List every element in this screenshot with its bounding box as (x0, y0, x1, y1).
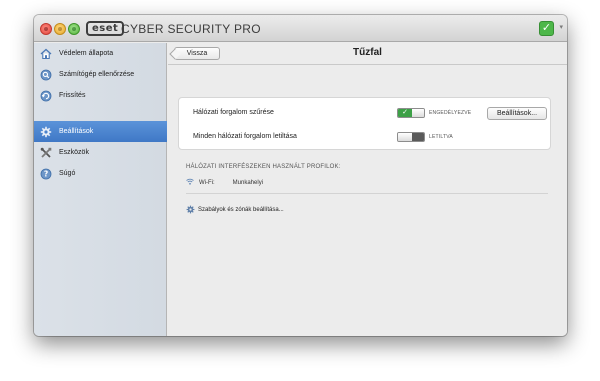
network-traffic-filtering-state: ENGEDÉLYEZVE (429, 110, 472, 116)
sidebar-item-label: Beállítások (59, 128, 94, 135)
close-window-button[interactable] (40, 23, 52, 35)
sidebar-item-label: Védelem állapota (59, 50, 114, 57)
scan-icon (40, 69, 52, 81)
sidebar-item-label: Súgó (59, 170, 76, 177)
sidebar-item-settings[interactable]: Beállítások (34, 121, 167, 142)
product-name: CYBER SECURITY PRO (121, 22, 261, 36)
main-content: Vissza Tűzfal Hálózati forgalom szűrése … (168, 43, 567, 336)
sidebar: Védelem állapota Számítógép ellenőrzése … (34, 43, 167, 336)
network-profiles-heading: HÁLÓZATI INTERFÉSZEKEN HASZNÁLT PROFILOK… (186, 164, 341, 170)
divider (186, 193, 548, 194)
home-icon (40, 48, 52, 60)
network-traffic-filtering-toggle[interactable]: ✓ (397, 108, 425, 118)
gear-icon (40, 126, 52, 138)
gear-icon (186, 205, 195, 214)
zoom-window-button[interactable] (68, 23, 80, 35)
tools-icon (40, 147, 52, 159)
firewall-settings-panel: Hálózati forgalom szűrése ✓ ENGEDÉLYEZVE… (178, 97, 551, 150)
rules-link-label: Szabályok és zónák beállítása... (198, 206, 284, 213)
interface-profile: Munkahelyi (232, 179, 264, 186)
refresh-icon (40, 90, 52, 102)
block-all-traffic-state: LETILTVA (429, 134, 453, 140)
block-all-traffic-label: Minden hálózati forgalom letiltása (193, 133, 297, 140)
network-traffic-filtering-label: Hálózati forgalom szűrése (193, 109, 274, 116)
toggle-off-indicator (412, 133, 424, 141)
help-icon: ? (40, 168, 52, 180)
minimize-window-button[interactable] (54, 23, 66, 35)
sidebar-item-tools[interactable]: Eszközök (34, 142, 167, 163)
toggle-knob (412, 109, 424, 117)
sidebar-item-label: Frissítés (59, 92, 86, 99)
interface-name: Wi-Fi: (199, 179, 215, 186)
status-menu-caret-icon[interactable]: ▾ (559, 23, 563, 31)
sidebar-item-label: Számítógép ellenőrzése (59, 71, 135, 78)
title-bar: eset CYBER SECURITY PRO ✓ ▾ (34, 15, 567, 42)
rules-and-zones-link[interactable]: Szabályok és zónák beállítása... (186, 205, 284, 214)
sidebar-item-protection-status[interactable]: Védelem állapota (34, 43, 167, 64)
page-title: Tűzfal (353, 47, 382, 58)
app-window: eset CYBER SECURITY PRO ✓ ▾ Védelem álla… (34, 15, 567, 336)
sidebar-item-update[interactable]: Frissítés (34, 85, 167, 106)
sidebar-item-label: Eszközök (59, 149, 89, 156)
wifi-profile-row: Wi-Fi: Munkahelyi (186, 178, 263, 187)
toggle-on-check-icon: ✓ (398, 109, 412, 117)
toggle-knob (398, 133, 412, 141)
sidebar-item-help[interactable]: ? Súgó (34, 163, 167, 184)
filtering-settings-button[interactable]: Beállítások... (487, 107, 547, 120)
svg-text:?: ? (44, 169, 48, 178)
block-all-traffic-toggle[interactable] (397, 132, 425, 142)
wifi-icon (186, 178, 194, 187)
eset-logo: eset (86, 21, 125, 36)
content-header: Vissza Tűzfal (168, 43, 567, 65)
protection-status-icon[interactable]: ✓ (539, 21, 554, 36)
sidebar-item-computer-scan[interactable]: Számítógép ellenőrzése (34, 64, 167, 85)
